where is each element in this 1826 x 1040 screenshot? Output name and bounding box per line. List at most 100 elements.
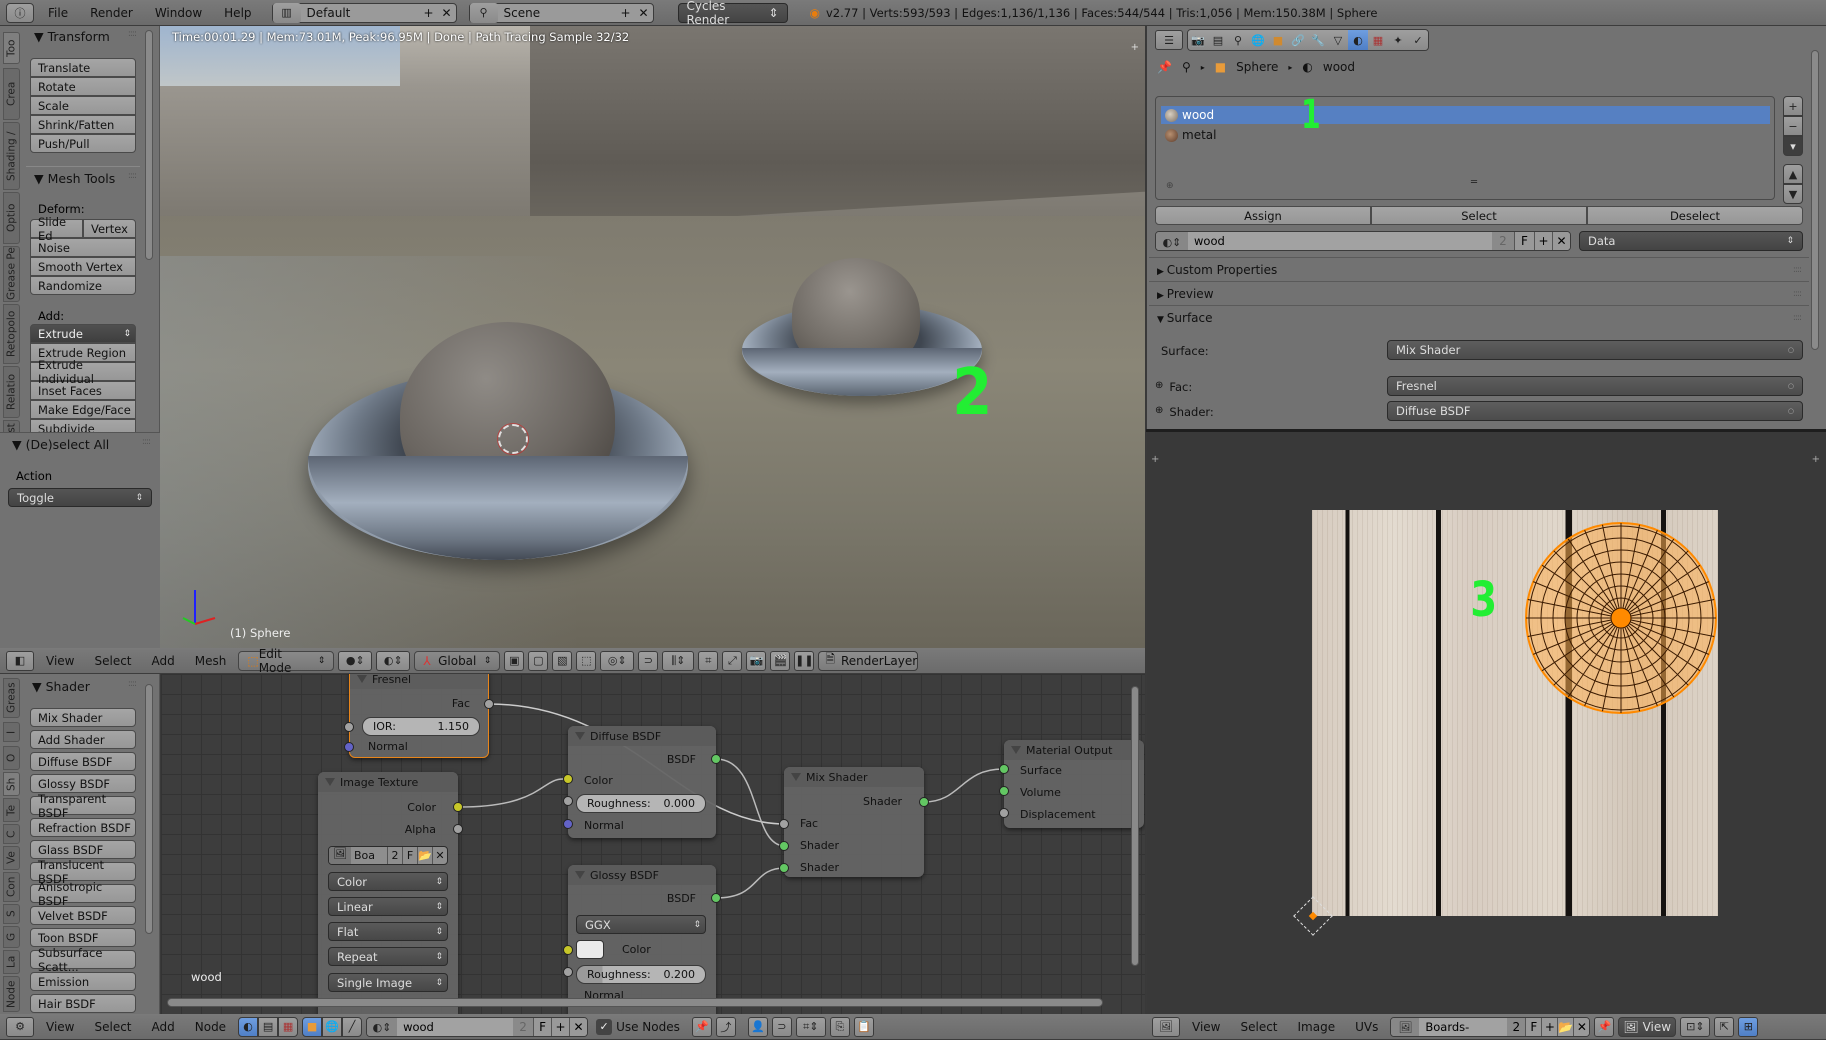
tab-options[interactable]: Optio [3,192,20,244]
menu-window[interactable]: Window [147,6,210,20]
opengl-render-icon[interactable]: 📷 [746,650,767,671]
diffuse-bsdf-socket[interactable] [711,754,721,764]
glossy-bsdf-socket[interactable] [711,893,721,903]
diffuse-node-header[interactable]: Diffuse BSDF [568,726,716,746]
constraints-tab-icon[interactable]: 🔗 [1288,30,1308,50]
rotate-button[interactable]: Rotate [30,77,136,96]
browse-image-icon[interactable]: 🖼 [329,847,351,864]
image-users[interactable]: 2 [387,847,402,864]
scene-name[interactable]: Scene [498,6,617,20]
diffuse-roughness-socket[interactable] [563,796,573,806]
use-nodes-checkbox[interactable]: ✓ [596,1018,613,1035]
diffuse-bsdf-node[interactable]: Diffuse BSDF BSDF Color Roughness: 0.000 … [568,726,716,838]
assign-button[interactable]: Assign [1155,206,1371,225]
menu-select[interactable]: Select [86,654,139,668]
node-vertical-scrollbar[interactable] [1131,686,1139,966]
fresnel-normal-socket[interactable] [344,742,354,752]
menu-add[interactable]: Add [144,1020,183,1034]
menu-file[interactable]: File [40,6,76,20]
push-pull-button[interactable]: Push/Pull [30,134,136,153]
open-image-icon[interactable]: 📂 [1557,1017,1574,1036]
browse-image-icon[interactable]: 🖼 [1391,1017,1420,1036]
image-texture-node[interactable]: Image Texture Color Alpha 🖼 Boa 2 F 📂 ✕ … [318,772,458,1014]
add-scene-icon[interactable]: + [617,6,635,20]
pause-render-icon[interactable]: ❚❚ [794,650,815,671]
remove-material-slot-icon[interactable]: − [1783,116,1803,136]
menu-help[interactable]: Help [216,6,259,20]
material-tab-icon[interactable]: ◐ [1348,30,1368,50]
node-tab-vector[interactable]: Ve [3,846,20,870]
add-toon-bsdf-button[interactable]: Toon BSDF [30,928,136,947]
image-fake-user-toggle[interactable]: F [1525,1017,1542,1036]
image-name[interactable]: Boa [351,847,387,864]
shader-shelf-header[interactable]: ▼ Shader:::: [32,679,137,694]
vertex-select-mode-icon[interactable]: ▣ [504,650,525,671]
glossy-roughness-slider[interactable]: Roughness: 0.200 [576,965,706,984]
opengl-animation-icon[interactable]: 🎬 [770,650,791,671]
menu-view[interactable]: View [38,654,82,668]
render-layers-tab-icon[interactable]: ▤ [1208,30,1228,50]
edge-select-mode-icon[interactable]: ▢ [528,650,549,671]
pivot-point-icon[interactable]: ◐⇕ [376,650,411,671]
paste-nodes-icon[interactable]: 📋 [853,1016,874,1037]
drag-handle-icon[interactable]: :::: [1793,289,1802,299]
menu-select[interactable]: Select [1232,1020,1285,1034]
diffuse-roughness-slider[interactable]: Roughness: 0.000 [576,794,706,813]
source-select[interactable]: Single Image ⇕ [328,973,448,992]
tab-tools[interactable]: Too [3,32,20,64]
extension-select[interactable]: Repeat ⇕ [328,947,448,966]
image-alpha-socket[interactable] [453,824,463,834]
diffuse-normal-socket[interactable] [563,819,573,829]
node-tab-grease[interactable]: Greas [3,678,20,718]
mix-shader-out-socket[interactable] [919,797,929,807]
physics-tab-icon[interactable]: ✓ [1408,30,1428,50]
glossy-distribution-select[interactable]: GGX ⇕ [576,915,706,934]
menu-view[interactable]: View [1184,1020,1228,1034]
viewport-shading-icon[interactable]: ●⇕ [338,650,373,671]
new-image-icon[interactable]: + [1541,1017,1558,1036]
use-nodes-label[interactable]: Use Nodes [616,1020,680,1034]
mix-fac-socket[interactable] [779,819,789,829]
drag-handle-icon[interactable]: :::: [128,679,137,694]
texture-tab-icon[interactable]: ▦ [1368,30,1388,50]
fresnel-node-header[interactable]: Fresnel [350,674,488,689]
expand-input-icon[interactable]: ⊕ [1155,405,1163,419]
diffuse-color-socket[interactable] [563,774,573,784]
transform-orientation-select[interactable]: ⅄ Global ⇕ [414,650,501,671]
node-tab-layout[interactable]: La [3,950,20,974]
remove-layout-icon[interactable]: ✕ [438,6,456,20]
output-displacement-socket[interactable] [999,808,1009,818]
editor-type-image-icon[interactable]: 🖼 [1152,1016,1180,1037]
uv-editor-plus-icon-right[interactable]: + [1812,454,1820,465]
surface-panel-header[interactable]: ▼ Surface:::: [1149,305,1809,329]
view-mode-select[interactable]: 🖼 View [1618,1016,1677,1037]
add-refraction-bsdf-button[interactable]: Refraction BSDF [30,818,136,837]
material-slot-metal[interactable]: metal [1161,126,1770,144]
add-hair-bsdf-button[interactable]: Hair BSDF [30,994,136,1013]
drag-handle-icon[interactable]: :::: [142,437,151,452]
mix-shader-node[interactable]: Mix Shader Shader Fac Shader Shader [784,767,924,877]
image-texture-node-header[interactable]: Image Texture [318,772,458,792]
scene-selector[interactable]: ⚲ Scene + ✕ [468,2,654,23]
pin-node-tree-icon[interactable]: 📌 [691,1016,712,1037]
snap-target-icon[interactable]: ⌗ [698,650,719,671]
add-velvet-bsdf-button[interactable]: Velvet BSDF [30,906,136,925]
fresnel-ior-socket[interactable] [344,722,354,732]
node-editor-canvas[interactable]: Fresnel Fac IOR: 1.150 Normal Image Textu… [161,674,1145,1014]
noise-button[interactable]: Noise [30,238,136,257]
custom-properties-panel-header[interactable]: ▶ Custom Properties:::: [1149,257,1809,281]
shrink-fatten-button[interactable]: Shrink/Fatten [30,115,136,134]
drag-handle-icon[interactable]: :::: [128,171,137,186]
object-tab-icon[interactable]: ■ [1268,30,1288,50]
expand-input-icon[interactable]: ⊕ [1155,380,1163,394]
image-color-socket[interactable] [453,802,463,812]
projection-select[interactable]: Flat ⇕ [328,922,448,941]
manipulator-icon[interactable]: ⤢ [722,650,743,671]
randomize-button[interactable]: Randomize [30,276,136,295]
glossy-color-socket[interactable] [563,945,573,955]
face-select-mode-icon[interactable]: ▧ [552,650,573,671]
go-parent-tree-icon[interactable]: ⤴ [715,1016,736,1037]
node-shelf-scrollbar[interactable] [145,684,153,934]
ior-slider[interactable]: IOR: 1.150 [362,717,480,736]
menu-mesh[interactable]: Mesh [187,654,235,668]
